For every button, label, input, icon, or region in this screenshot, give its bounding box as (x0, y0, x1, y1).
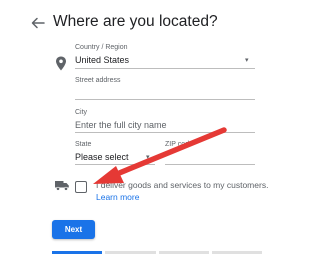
chevron-down-icon: ▾ (245, 57, 249, 64)
page-title: Where are you located? (53, 13, 218, 30)
deliver-checkbox[interactable] (75, 181, 87, 193)
next-button[interactable]: Next (52, 220, 95, 239)
back-arrow-icon[interactable] (30, 15, 46, 31)
city-label: City (75, 109, 88, 116)
zip-underline (165, 164, 255, 165)
learn-more-link[interactable]: Learn more (96, 192, 139, 202)
truck-icon (55, 181, 69, 191)
street-label: Street address (75, 77, 121, 84)
street-underline (75, 99, 255, 100)
progress-step (158, 251, 209, 254)
city-underline (75, 132, 255, 133)
country-value: United States (75, 55, 130, 65)
annotation-arrow (93, 127, 227, 184)
country-underline (75, 68, 255, 69)
state-label: State (75, 141, 92, 148)
zip-label: ZIP code (165, 141, 193, 148)
chevron-down-icon: ▾ (146, 154, 150, 161)
location-pin-icon (56, 56, 66, 71)
city-placeholder: Enter the full city name (75, 120, 167, 130)
progress-step (211, 251, 262, 254)
progress-step (105, 251, 156, 254)
state-underline (75, 164, 155, 165)
deliver-label: I deliver goods and services to my custo… (96, 180, 269, 190)
progress-step (52, 251, 103, 254)
state-value: Please select (75, 152, 129, 162)
progress-bar (52, 251, 262, 254)
country-label: Country / Region (75, 44, 128, 51)
